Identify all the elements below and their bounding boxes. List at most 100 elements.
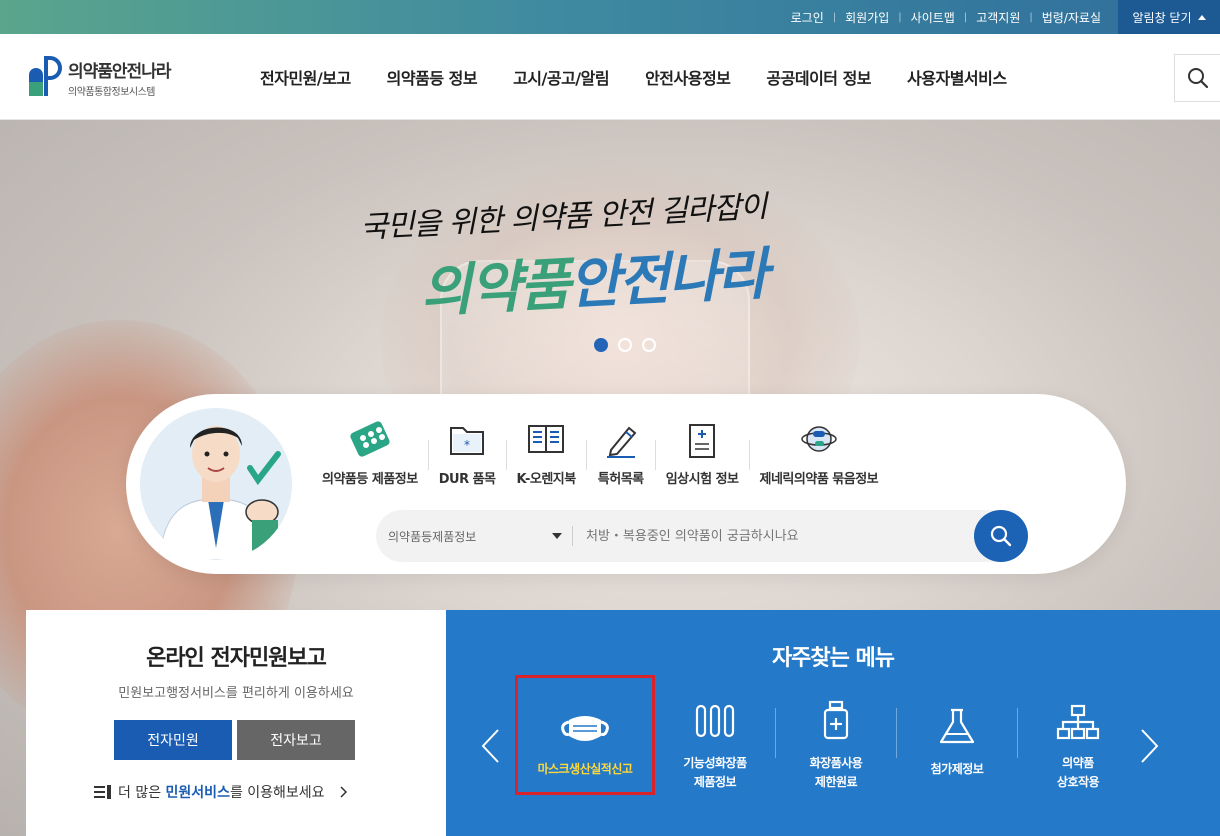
service-label: DUR 품목 <box>438 472 496 487</box>
list-icon <box>94 785 111 799</box>
carousel-dot-3[interactable] <box>642 338 656 352</box>
service-shortcuts: 의약품등 제품정보 * DUR 품목 K-오렌지북 특허목록 임상시험 정보 제… <box>312 420 888 500</box>
quick-item-line1: 첨가제정보 <box>930 762 984 776</box>
utility-links: 로그인 | 회원가입 | 사이트맵 | 고객지원 | 법령/자료실 <box>782 0 1110 34</box>
nav-item-drug-info[interactable]: 의약품등 정보 <box>387 65 478 89</box>
e-report-button[interactable]: 전자보고 <box>237 720 355 760</box>
quick-item-label: 기능성화장품 제품정보 <box>683 754 747 792</box>
service-label: 특허목록 <box>597 472 644 487</box>
quick-mask-production-report[interactable]: 마스크생산실적신고 <box>515 675 655 795</box>
doctor-illustration <box>140 408 292 560</box>
search-icon <box>1187 68 1208 89</box>
close-alert-button[interactable]: 알림창 닫기 <box>1118 0 1220 34</box>
search-icon <box>990 525 1012 547</box>
nav-item-user-services[interactable]: 사용자별서비스 <box>907 65 1007 89</box>
drug-search-input[interactable] <box>586 510 966 562</box>
close-alert-label: 알림창 닫기 <box>1132 10 1192 25</box>
logo-subtitle: 의약품통합정보시스템 <box>68 86 156 98</box>
hero-brand-part2: 안전나라 <box>567 240 769 318</box>
quick-item-label: 화장품사용 제한원료 <box>810 754 863 792</box>
service-generic-bundle[interactable]: 제네릭의약품 묶음정보 <box>750 420 889 500</box>
quick-item-line1: 마스크생산실적신고 <box>537 762 633 776</box>
search-category-select[interactable]: 의약품등제품정보 <box>388 510 568 562</box>
flask-icon <box>937 692 977 746</box>
drug-search-bar: 의약품등제품정보 <box>376 510 1028 562</box>
chevron-left-icon <box>481 729 499 763</box>
support-link[interactable]: 고객지원 <box>967 9 1029 26</box>
next-arrow-button[interactable] <box>1140 728 1160 764</box>
service-patent-list[interactable]: 특허목록 <box>587 420 655 500</box>
carousel-dot-2[interactable] <box>618 338 632 352</box>
more-suffix: 를 이용해보세요 <box>229 785 325 801</box>
online-civil-title: 온라인 전자민원보고 <box>146 646 327 671</box>
service-dur-items[interactable]: * DUR 품목 <box>429 420 506 500</box>
service-drug-product-info[interactable]: 의약품등 제품정보 <box>312 420 428 500</box>
test-tubes-icon <box>693 692 737 740</box>
service-label: 의약품등 제품정보 <box>322 472 418 487</box>
pen-icon <box>597 420 645 460</box>
carousel-dot-1[interactable] <box>594 338 608 352</box>
online-civil-subtitle: 민원보고행정서비스를 편리하게 이용하세요 <box>118 686 354 701</box>
frequent-menu-title: 자주찾는 메뉴 <box>771 646 895 671</box>
carousel-indicators <box>594 338 656 352</box>
service-label: 임상시험 정보 <box>665 472 739 487</box>
site-header: 의약품안전나라 의약품통합정보시스템 전자민원/보고 의약품등 정보 고시/공고… <box>0 34 1220 120</box>
search-category-value: 의약품등제품정보 <box>388 529 477 544</box>
service-label: 제네릭의약품 묶음정보 <box>759 472 879 487</box>
quick-item-label: 첨가제정보 <box>931 760 984 779</box>
quick-item-label: 의약품 상호작용 <box>1057 754 1100 792</box>
book-icon <box>522 420 570 460</box>
login-link[interactable]: 로그인 <box>782 9 833 26</box>
quick-cosmetic-restricted-ingredients[interactable]: 화장품사용 제한원료 <box>776 682 896 792</box>
main-navigation: 전자민원/보고 의약품등 정보 고시/공고/알림 안전사용정보 공공데이터 정보… <box>242 34 1025 120</box>
bottle-icon <box>821 692 851 740</box>
chevron-down-icon <box>552 533 562 539</box>
logo-title: 의약품안전나라 <box>68 61 171 82</box>
quick-additive-info[interactable]: 첨가제정보 <box>897 682 1017 792</box>
sitemap-link[interactable]: 사이트맵 <box>902 9 964 26</box>
quick-item-line1: 의약품 <box>1062 755 1094 770</box>
service-panel: 의약품등 제품정보 * DUR 품목 K-오렌지북 특허목록 임상시험 정보 제… <box>126 394 1126 574</box>
nav-item-safety-info[interactable]: 안전사용정보 <box>645 65 731 89</box>
quick-item-line1: 화장품사용 <box>809 755 863 770</box>
site-logo[interactable]: 의약품안전나라 의약품통합정보시스템 <box>26 54 171 100</box>
pill-pack-icon <box>346 420 394 460</box>
divider <box>572 526 573 546</box>
more-prefix: 더 많은 <box>118 785 162 801</box>
top-utility-bar: 로그인 | 회원가입 | 사이트맵 | 고객지원 | 법령/자료실 알림창 닫기 <box>0 0 1220 34</box>
logo-mark-icon <box>26 54 62 100</box>
service-k-orangebook[interactable]: K-오렌지북 <box>507 420 586 500</box>
hierarchy-icon <box>1056 692 1100 740</box>
quick-item-label: 마스크생산실적신고 <box>538 760 633 779</box>
quick-item-line2: 제한원료 <box>814 774 858 789</box>
nav-item-public-data[interactable]: 공공데이터 정보 <box>766 65 871 89</box>
drug-search-button[interactable] <box>974 510 1028 562</box>
nav-item-civil-report[interactable]: 전자민원/보고 <box>260 65 351 89</box>
quick-functional-cosmetics[interactable]: 기능성화장품 제품정보 <box>655 682 775 792</box>
frequent-menu-list: 마스크생산실적신고 기능성화장품 제품정보 화장품사용 제한원료 첨가제정보 의… <box>515 675 1138 795</box>
folder-medical-icon: * <box>443 420 491 460</box>
service-label: K-오렌지북 <box>516 472 577 487</box>
quick-drug-interaction[interactable]: 의약품 상호작용 <box>1018 682 1138 792</box>
header-search-button[interactable] <box>1174 54 1220 102</box>
quick-item-line2: 제품정보 <box>693 774 737 789</box>
e-civil-button[interactable]: 전자민원 <box>114 720 232 760</box>
chevron-right-icon <box>340 786 347 798</box>
mask-icon <box>561 692 609 746</box>
online-civil-card: 온라인 전자민원보고 민원보고행정서비스를 편리하게 이용하세요 전자민원 전자… <box>26 610 446 836</box>
quick-item-line1: 기능성화장품 <box>683 755 747 770</box>
more-highlight: 민원서비스 <box>165 785 230 801</box>
svg-text:*: * <box>464 438 470 452</box>
caret-up-icon <box>1197 14 1206 20</box>
nav-item-notices[interactable]: 고시/공고/알림 <box>513 65 610 89</box>
clipboard-icon <box>678 420 726 460</box>
frequent-menu-card: 자주찾는 메뉴 마스크생산실적신고 기능성화장품 제품정보 화장품사용 제한원료… <box>446 610 1220 836</box>
signup-link[interactable]: 회원가입 <box>836 9 898 26</box>
more-civil-services-link[interactable]: 더 많은 민원서비스 를 이용해보세요 <box>94 782 349 802</box>
hero-brand-part1: 의약품 <box>418 251 571 326</box>
prev-arrow-button[interactable] <box>480 728 500 764</box>
globe-pills-icon <box>795 420 843 460</box>
chevron-right-icon <box>1141 729 1159 763</box>
service-clinical-trial[interactable]: 임상시험 정보 <box>656 420 749 500</box>
law-library-link[interactable]: 법령/자료실 <box>1033 9 1110 26</box>
